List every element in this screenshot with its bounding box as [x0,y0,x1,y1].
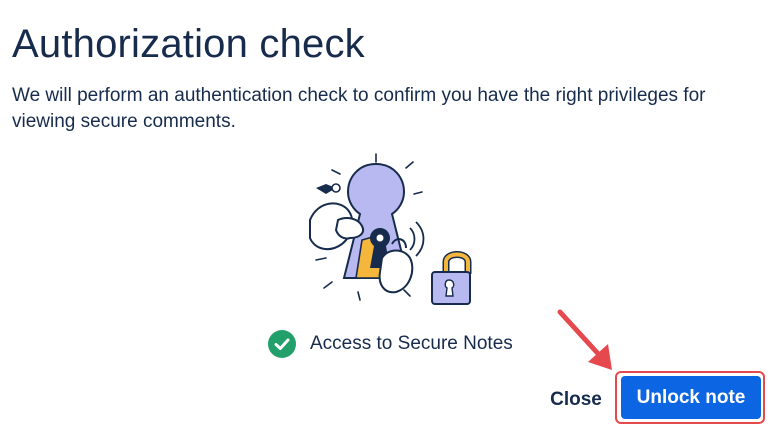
authorization-dialog: Authorization check We will perform an a… [0,0,783,444]
access-status-row: Access to Secure Notes [268,330,513,358]
arrow-annotation [557,309,612,370]
check-circle-icon [268,330,296,358]
dialog-description: We will perform an authentication check … [12,85,706,132]
close-button[interactable]: Close [542,380,610,420]
access-label: Access to Secure Notes [310,333,513,354]
unlock-note-button[interactable]: Unlock note [621,376,761,419]
keyhole-lock-illustration [309,153,472,305]
dialog-title: Authorization check [12,22,365,66]
